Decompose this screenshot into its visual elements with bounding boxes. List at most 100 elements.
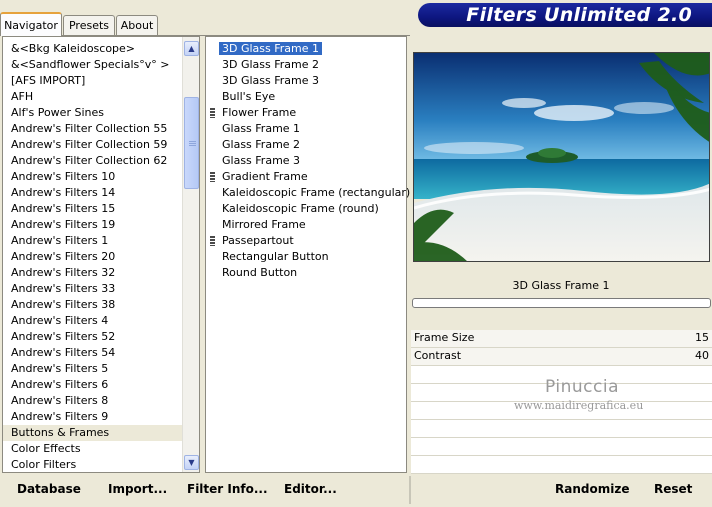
filter-item-label: Passepartout	[222, 234, 294, 247]
category-item[interactable]: Andrew's Filter Collection 55	[3, 121, 183, 137]
scroll-up-button[interactable]: ▲	[184, 41, 199, 56]
scroll-down-button[interactable]: ▼	[184, 455, 199, 470]
filter-item-label: Mirrored Frame	[222, 218, 306, 231]
category-item[interactable]: Andrew's Filters 20	[3, 249, 183, 265]
reset-button[interactable]: Reset	[654, 480, 692, 498]
progress-bar	[412, 298, 711, 308]
category-item[interactable]: [AFS IMPORT]	[3, 73, 183, 89]
filter-item[interactable]: Gradient Frame	[206, 169, 406, 185]
filter-item[interactable]: 3D Glass Frame 1	[206, 41, 406, 57]
tab-navigator-label: Navigator	[4, 18, 58, 32]
filter-item-label: Bull's Eye	[222, 90, 276, 103]
category-item[interactable]: Andrew's Filters 9	[3, 409, 183, 425]
parameter-row[interactable]: Contrast 40	[411, 348, 712, 366]
parameter-row[interactable]: Frame Size 15	[411, 330, 712, 348]
favorite-marker-icon	[210, 172, 215, 182]
category-item[interactable]: Andrew's Filters 38	[3, 297, 183, 313]
filter-item[interactable]: Mirrored Frame	[206, 217, 406, 233]
watermark-name: Pinuccia	[545, 377, 619, 397]
category-item[interactable]: Andrew's Filters 6	[3, 377, 183, 393]
category-item[interactable]: Andrew's Filters 32	[3, 265, 183, 281]
filter-item[interactable]: Glass Frame 2	[206, 137, 406, 153]
filter-item-label: Round Button	[222, 266, 298, 279]
tab-navigator[interactable]: Navigator	[0, 12, 62, 36]
filter-item[interactable]: Kaleidoscopic Frame (round)	[206, 201, 406, 217]
favorite-marker-icon	[210, 108, 215, 118]
category-item[interactable]: Alf's Power Sines	[3, 105, 183, 121]
category-item[interactable]: Color Effects	[3, 441, 183, 457]
category-list-panel: &<Bkg Kaleidoscope> &<Sandflower Specials…	[2, 36, 200, 473]
parameter-label: Frame Size	[414, 331, 475, 344]
filter-item[interactable]: Bull's Eye	[206, 89, 406, 105]
category-item[interactable]: Andrew's Filters 19	[3, 217, 183, 233]
filter-item-label: Gradient Frame	[222, 170, 308, 183]
filter-list-panel: 3D Glass Frame 1 3D Glass Frame 2 3D Glass…	[205, 36, 410, 473]
category-item[interactable]: Andrew's Filters 4	[3, 313, 183, 329]
category-item[interactable]: AFH	[3, 89, 183, 105]
filter-item-label: 3D Glass Frame 3	[222, 74, 320, 87]
tab-about[interactable]: About	[116, 15, 158, 35]
category-item[interactable]: Buttons & Frames	[3, 425, 183, 441]
tab-about-label: About	[120, 19, 154, 32]
parameter-value[interactable]: 40	[695, 348, 709, 364]
filter-item-label: Glass Frame 3	[222, 154, 301, 167]
parameter-row-empty	[411, 438, 712, 456]
parameter-row-empty	[411, 420, 712, 438]
filter-item-label: Glass Frame 2	[222, 138, 301, 151]
category-item[interactable]: &<Bkg Kaleidoscope>	[3, 41, 183, 57]
category-item[interactable]: Andrew's Filters 5	[3, 361, 183, 377]
filter-item[interactable]: Rectangular Button	[206, 249, 406, 265]
watermark-url: www.maidiregrafica.eu	[514, 399, 644, 412]
filter-item-label: 3D Glass Frame 2	[222, 58, 320, 71]
category-item[interactable]: Andrew's Filters 52	[3, 329, 183, 345]
grip-icon	[189, 143, 196, 144]
filter-item-label: 3D Glass Frame 1	[219, 42, 323, 55]
category-item[interactable]: Andrew's Filters 1	[3, 233, 183, 249]
parameter-value[interactable]: 15	[695, 330, 709, 346]
import-button[interactable]: Import...	[108, 480, 167, 498]
filter-item[interactable]: Flower Frame	[206, 105, 406, 121]
category-item[interactable]: Color Filters	[3, 457, 183, 473]
filter-item[interactable]: Kaleidoscopic Frame (rectangular)	[206, 185, 410, 201]
beach-scene-image	[414, 53, 709, 261]
category-item[interactable]: Andrew's Filters 14	[3, 185, 183, 201]
category-item[interactable]: Andrew's Filters 54	[3, 345, 183, 361]
tab-strip: Navigator Presets About	[0, 0, 420, 36]
category-item[interactable]: Andrew's Filters 10	[3, 169, 183, 185]
filter-info-button[interactable]: Filter Info...	[187, 480, 268, 498]
toolbar-separator	[409, 476, 411, 504]
filter-item-label: Kaleidoscopic Frame (round)	[222, 202, 379, 215]
tab-presets[interactable]: Presets	[63, 15, 115, 35]
category-item[interactable]: Andrew's Filter Collection 62	[3, 153, 183, 169]
editor-button[interactable]: Editor...	[284, 480, 337, 498]
filter-item[interactable]: Glass Frame 1	[206, 121, 406, 137]
category-list: &<Bkg Kaleidoscope> &<Sandflower Specials…	[3, 41, 183, 473]
filter-item[interactable]: Passepartout	[206, 233, 406, 249]
favorite-marker-icon	[210, 236, 215, 246]
category-item[interactable]: Andrew's Filters 8	[3, 393, 183, 409]
filter-item[interactable]: Round Button	[206, 265, 406, 281]
scroll-thumb[interactable]	[184, 97, 199, 189]
category-item[interactable]: &<Sandflower Specials°v° >	[3, 57, 183, 73]
app-banner: Filters Unlimited 2.0	[418, 3, 712, 27]
filter-item[interactable]: 3D Glass Frame 3	[206, 73, 406, 89]
filter-item-label: Rectangular Button	[222, 250, 329, 263]
category-item[interactable]: Andrew's Filters 33	[3, 281, 183, 297]
chevron-down-icon: ▼	[188, 458, 195, 467]
category-scrollbar[interactable]: ▲ ▼	[182, 37, 199, 472]
tab-presets-label: Presets	[68, 19, 110, 32]
category-item[interactable]: Andrew's Filter Collection 59	[3, 137, 183, 153]
database-button[interactable]: Database	[17, 480, 81, 498]
category-item[interactable]: Andrew's Filters 15	[3, 201, 183, 217]
parameter-label: Contrast	[414, 349, 462, 362]
randomize-button[interactable]: Randomize	[555, 480, 629, 498]
filter-item-label: Kaleidoscopic Frame (rectangular)	[222, 186, 411, 199]
filter-item[interactable]: Glass Frame 3	[206, 153, 406, 169]
preview-image	[413, 52, 710, 262]
filter-item[interactable]: 3D Glass Frame 2	[206, 57, 406, 73]
filter-list: 3D Glass Frame 1 3D Glass Frame 2 3D Glass…	[206, 41, 410, 281]
chevron-up-icon: ▲	[188, 44, 195, 53]
app-title: Filters Unlimited 2.0	[466, 4, 692, 26]
parameter-row-empty	[411, 456, 712, 474]
selected-filter-name: 3D Glass Frame 1	[512, 279, 610, 292]
